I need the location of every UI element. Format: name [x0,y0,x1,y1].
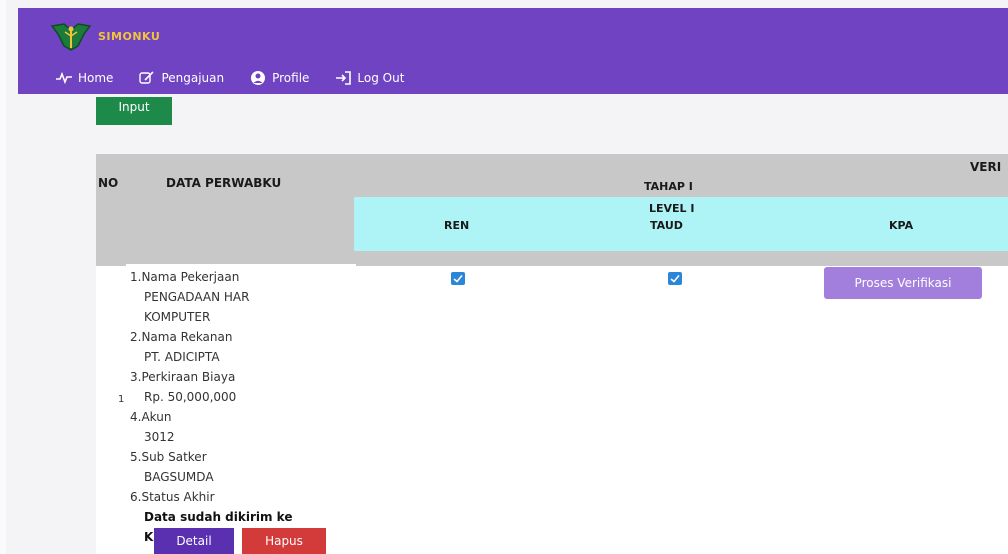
detail-6-num: 6. [130,490,142,504]
ren-checkbox[interactable] [451,272,465,285]
detail-5-label: Sub Satker [141,450,207,464]
edit-icon [139,71,155,84]
nav-logout-label: Log Out [357,71,405,85]
hapus-button[interactable]: Hapus [242,528,326,554]
col-header-kpa: KPA [889,219,914,232]
detail-3: 3.Perkiraan Biaya [130,370,235,384]
nav-logout[interactable]: Log Out [335,71,404,85]
level-header: LEVEL I [649,202,695,215]
detail-2: 2.Nama Rekanan [130,330,232,344]
nav-home[interactable]: Home [56,71,113,85]
detail-2-label: Nama Rekanan [141,330,233,344]
detail-2-value: PT. ADICIPTA [144,350,220,364]
nav-pengajuan-label: Pengajuan [161,71,225,85]
col-header-ren: REN [444,219,470,232]
tahap-header: TAHAP I [644,180,693,193]
row-number: 1 [118,394,125,405]
detail-4-label: Akun [141,410,172,424]
user-circle-icon [251,71,266,85]
detail-1-value-1: PENGADAAN HAR [144,290,250,304]
brand-name: SIMONKU [98,29,161,43]
detail-4: 4.Akun [130,410,171,424]
nav-profile-label: Profile [272,71,310,85]
detail-3-label: Perkiraan Biaya [141,370,236,384]
status-text-1: Data sudah dikirim ke [144,510,293,524]
check-icon [453,274,463,283]
nav-home-label: Home [78,71,114,85]
detail-1-value-2: KOMPUTER [144,310,211,324]
detail-button[interactable]: Detail [154,528,234,554]
detail-5-value: BAGSUMDA [144,470,214,484]
input-button[interactable]: Input [96,97,172,125]
check-icon [670,274,680,283]
nav-profile[interactable]: Profile [250,70,309,86]
detail-3-num: 3. [130,370,142,384]
detail-6: 6.Status Akhir [130,490,215,504]
proses-verifikasi-button[interactable]: Proses Verifikasi [824,267,982,299]
detail-5: 5.Sub Satker [130,450,207,464]
top-navbar: SIMONKU Home Pengajuan Profile Log Out [18,8,1008,94]
col-header-verifikasi: VERI [970,160,1002,174]
logout-icon [336,71,352,85]
brand[interactable]: SIMONKU [48,20,160,52]
main-nav: Home Pengajuan Profile Log Out [56,70,430,86]
col-header-no: NO [98,176,119,190]
logo-icon [48,20,94,52]
detail-4-value: 3012 [144,430,175,444]
detail-4-num: 4. [130,410,142,424]
nav-pengajuan[interactable]: Pengajuan [139,71,224,85]
detail-6-label: Status Akhir [141,490,215,504]
col-header-taud: TAUD [650,219,683,232]
detail-1: 1.Nama Pekerjaan [130,270,239,284]
col-header-data: DATA PERWABKU [166,176,282,190]
table-row-data: 1.Nama Pekerjaan PENGADAAN HAR KOMPUTER … [126,264,356,554]
detail-3-value: Rp. 50,000,000 [144,390,237,404]
taud-checkbox[interactable] [668,272,682,285]
detail-2-num: 2. [130,330,142,344]
detail-1-num: 1. [130,270,142,284]
detail-1-label: Nama Pekerjaan [141,270,240,284]
detail-5-num: 5. [130,450,142,464]
data-table: NO DATA PERWABKU VERI TAHAP I LEVEL I RE… [96,154,1008,554]
pulse-icon [56,72,72,84]
